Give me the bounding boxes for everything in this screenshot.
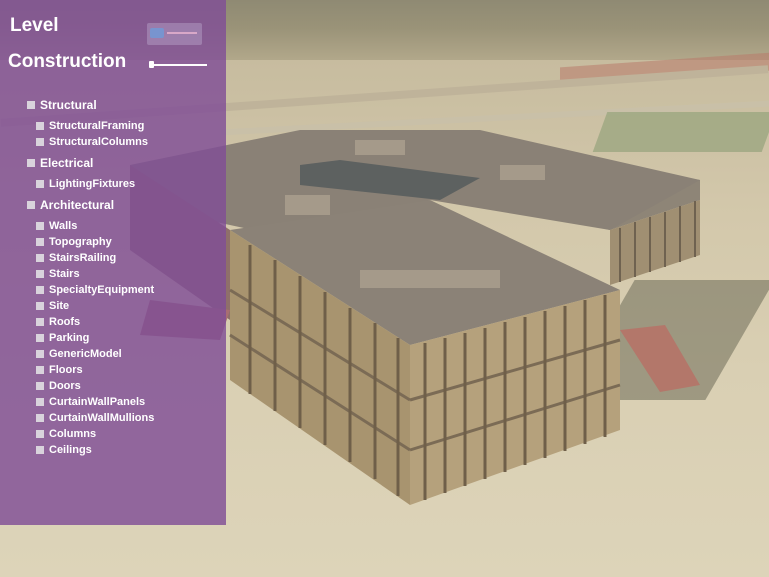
item-label: Stairs [49, 268, 80, 280]
item-label: LightingFixtures [49, 178, 136, 190]
panel-title-level: Level [10, 15, 59, 36]
layer-panel: Level Construction Structural Structural… [0, 0, 226, 525]
item-stairs[interactable]: Stairs [36, 268, 80, 280]
checkbox[interactable] [36, 286, 44, 294]
checkbox[interactable] [36, 138, 44, 146]
item-label: StructuralColumns [49, 136, 149, 148]
item-doors[interactable]: Doors [36, 380, 81, 392]
item-walls[interactable]: Walls [36, 220, 77, 232]
logo-line [167, 32, 197, 34]
checkbox[interactable] [36, 414, 44, 422]
group-electrical[interactable]: Electrical [27, 156, 93, 170]
item-label: SpecialtyEquipment [49, 284, 155, 296]
checkbox[interactable] [36, 350, 44, 358]
item-label: Columns [49, 428, 97, 440]
item-label: StructuralFraming [49, 120, 145, 132]
item-roofs[interactable]: Roofs [36, 316, 80, 328]
checkbox[interactable] [36, 238, 44, 246]
checkbox[interactable] [36, 430, 44, 438]
item-label: StairsRailing [49, 252, 117, 264]
group-structural[interactable]: Structural [27, 98, 97, 112]
group-architectural[interactable]: Architectural [27, 198, 114, 212]
checkbox[interactable] [36, 382, 44, 390]
item-label: Topography [49, 236, 112, 248]
item-label: Roofs [49, 316, 81, 328]
item-label: Floors [49, 364, 83, 376]
item-topography[interactable]: Topography [36, 236, 112, 248]
checkbox[interactable] [36, 366, 44, 374]
item-curtain-wall-mullions[interactable]: CurtainWallMullions [36, 412, 154, 424]
group-label: Electrical [40, 156, 94, 170]
item-site[interactable]: Site [36, 300, 69, 312]
item-specialty-equipment[interactable]: SpecialtyEquipment [36, 284, 154, 296]
item-structural-framing[interactable]: StructuralFraming [36, 120, 144, 132]
checkbox[interactable] [27, 101, 35, 109]
item-label: Ceilings [49, 444, 92, 456]
checkbox[interactable] [36, 180, 44, 188]
checkbox[interactable] [36, 398, 44, 406]
construction-slider[interactable] [149, 59, 207, 71]
checkbox[interactable] [36, 270, 44, 278]
slider-track[interactable] [149, 64, 207, 66]
checkbox[interactable] [36, 318, 44, 326]
checkbox[interactable] [36, 122, 44, 130]
logo-mark [150, 28, 164, 38]
group-label: Architectural [40, 198, 115, 212]
item-curtain-wall-panels[interactable]: CurtainWallPanels [36, 396, 145, 408]
item-ceilings[interactable]: Ceilings [36, 444, 92, 456]
panel-title-construction: Construction [8, 51, 127, 72]
item-label: Site [49, 300, 70, 312]
checkbox[interactable] [36, 446, 44, 454]
checkbox[interactable] [27, 201, 35, 209]
item-structural-columns[interactable]: StructuralColumns [36, 136, 148, 148]
item-label: Doors [49, 380, 81, 392]
checkbox[interactable] [36, 334, 44, 342]
item-columns[interactable]: Columns [36, 428, 96, 440]
slider-thumb[interactable] [149, 61, 154, 68]
group-label: Structural [40, 98, 97, 112]
checkbox[interactable] [36, 302, 44, 310]
item-floors[interactable]: Floors [36, 364, 83, 376]
item-lighting-fixtures[interactable]: LightingFixtures [36, 178, 135, 190]
item-generic-model[interactable]: GenericModel [36, 348, 122, 360]
checkbox[interactable] [36, 254, 44, 262]
item-parking[interactable]: Parking [36, 332, 89, 344]
checkbox[interactable] [27, 159, 35, 167]
item-stairs-railing[interactable]: StairsRailing [36, 252, 116, 264]
item-label: GenericModel [49, 348, 122, 360]
item-label: Walls [49, 220, 78, 232]
logo-icon [147, 23, 202, 45]
checkbox[interactable] [36, 222, 44, 230]
item-label: CurtainWallPanels [49, 396, 146, 408]
item-label: Parking [49, 332, 90, 344]
item-label: CurtainWallMullions [49, 412, 155, 424]
